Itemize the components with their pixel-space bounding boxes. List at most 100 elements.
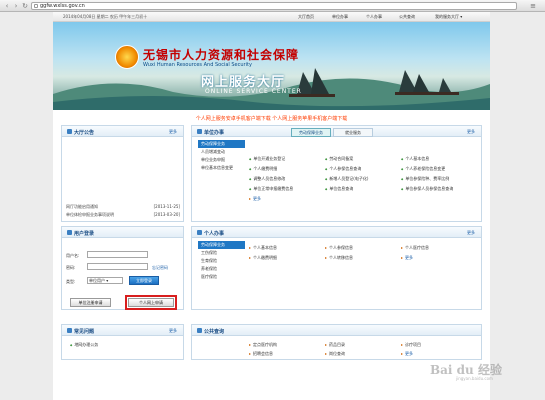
personal-service-header: 个人办事 更多	[192, 227, 481, 238]
unit-link[interactable]: 劳动合同备案	[325, 156, 353, 162]
unit-more-item-link[interactable]: 更多	[249, 196, 261, 202]
notice-header: 大厅公告 更多	[62, 126, 183, 137]
nav-myhall-link[interactable]: 我的服务大厅 ▾	[435, 14, 462, 20]
unit-register-button[interactable]: 单位注册申请	[70, 298, 111, 307]
personal-service-panel: 个人办事 更多 劳动保障业务 工伤保险 生育保险 养老保险 医疗保险 个人基本信…	[191, 226, 482, 310]
unit-service-header: 单位办事 劳动保障业务 就业服务 更多	[192, 126, 481, 137]
query-link[interactable]: 药品目录	[325, 342, 345, 348]
unit-link[interactable]: 单位开通业务登记	[249, 156, 285, 162]
forgot-password-link[interactable]: 忘记密码	[152, 265, 168, 271]
personal-link[interactable]: 个人基本信息	[249, 245, 277, 251]
notice-more-link[interactable]: 更多	[169, 129, 177, 135]
personal-more-item-link[interactable]: 更多	[401, 255, 413, 261]
tab-employment[interactable]: 就业服务	[333, 128, 373, 137]
site-banner: 无锡市人力资源和社会保障 Wuxi Human Resources And So…	[53, 22, 490, 110]
back-icon[interactable]: ‹	[3, 2, 11, 10]
unit-side-menu: 劳动保障业务 人员增减变动 单位业务申报 单位基本信息变更	[198, 140, 245, 172]
public-query-panel: 公共查询 定点医疗机构 药品目录 诊疗项目 招聘会信息 岗位查询 更多	[191, 324, 482, 360]
unit-link[interactable]: 个人缴费明细	[249, 166, 277, 172]
user-type-select[interactable]: 单位用户 ▾	[87, 277, 123, 284]
unit-link[interactable]: 单位参保险种、费率比例	[401, 176, 449, 182]
notice-title: 大厅公告	[74, 130, 95, 136]
notice-item[interactable]: 单位体检申报业务事项说明 [2013-03-20]	[66, 212, 180, 218]
personal-link[interactable]: 个人参保信息	[325, 245, 353, 251]
query-icon	[197, 328, 202, 333]
person-icon	[197, 230, 202, 235]
faq-title: 常见问题	[74, 329, 95, 335]
notice-item-text[interactable]: 网厅功能启用通知	[66, 204, 98, 209]
password-label: 密码:	[66, 265, 76, 270]
query-link[interactable]: 定点医疗机构	[249, 342, 277, 348]
unit-link[interactable]: 调整人员信息修改	[249, 176, 285, 182]
faq-item[interactable]: 地网办理公务	[70, 342, 98, 348]
forward-icon[interactable]: ›	[12, 2, 20, 10]
address-bar[interactable]: ggfw.wxlss.gov.cn	[31, 2, 517, 10]
public-query-header: 公共查询	[192, 325, 481, 336]
menu-icon[interactable]: ≡	[527, 2, 539, 10]
personal-side-item[interactable]: 生育保险	[198, 257, 245, 265]
query-link[interactable]: 招聘会信息	[249, 351, 273, 357]
password-input[interactable]	[87, 263, 148, 270]
hrss-logo	[115, 45, 139, 69]
personal-link[interactable]: 个人缴费明细	[249, 255, 277, 261]
banner-subtitle-en: ONLINE SERVICE CENTER	[205, 88, 302, 95]
notice-item-text[interactable]: 单位体检申报业务事项说明	[66, 212, 114, 217]
unit-icon	[197, 129, 202, 134]
notice-icon	[67, 129, 72, 134]
nav-personal-link[interactable]: 个人办事	[366, 14, 382, 20]
banner-title-cn: 无锡市人力资源和社会保障	[143, 48, 300, 62]
unit-side-item[interactable]: 劳动保障业务	[198, 140, 245, 148]
page-icon	[34, 4, 38, 8]
unit-link[interactable]: 单位正常申报缴费信息	[249, 186, 293, 192]
personal-service-title: 个人办事	[204, 231, 225, 237]
personal-more-link[interactable]: 更多	[467, 230, 475, 236]
personal-side-item[interactable]: 工伤保险	[198, 249, 245, 257]
faq-more-link[interactable]: 更多	[169, 328, 177, 334]
personal-side-item[interactable]: 医疗保险	[198, 273, 245, 281]
unit-side-item[interactable]: 单位业务申报	[198, 156, 245, 164]
unit-side-item[interactable]: 人员增减变动	[198, 148, 245, 156]
personal-link[interactable]: 个人医疗信息	[401, 245, 429, 251]
faq-icon	[67, 328, 72, 333]
reload-icon[interactable]: ↻	[21, 2, 29, 10]
nav-query-link[interactable]: 公共查询	[399, 14, 415, 20]
personal-link[interactable]: 个人转移信息	[325, 255, 353, 261]
unit-side-item[interactable]: 单位基本信息变更	[198, 164, 245, 172]
username-label: 用户名:	[66, 253, 80, 258]
login-header: 用户登录	[62, 227, 183, 238]
unit-service-panel: 单位办事 劳动保障业务 就业服务 更多 劳动保障业务 人员增减变动 单位业务申报…	[191, 125, 482, 222]
login-button[interactable]: 立即登录	[129, 276, 159, 285]
web-page: 2014年04月08日 星期二 农历 甲午年三月初十 大厅首页 单位办事 个人办…	[53, 12, 490, 400]
unit-link[interactable]: 个人养老保险信息变更	[401, 166, 445, 172]
login-title: 用户登录	[74, 231, 95, 237]
date-text: 2014年04月08日 星期二 农历 甲午年三月初十	[63, 14, 148, 19]
banner-title-en: Wuxi Human Resources And Social Security	[143, 62, 252, 68]
nav-unit-link[interactable]: 单位办事	[332, 14, 348, 20]
tab-labor-security[interactable]: 劳动保障业务	[291, 128, 331, 137]
query-more-link[interactable]: 更多	[401, 351, 413, 357]
faq-header: 常见问题 更多	[62, 325, 183, 336]
personal-side-menu: 劳动保障业务 工伤保险 生育保险 养老保险 医疗保险	[198, 241, 245, 281]
url-text: ggfw.wxlss.gov.cn	[40, 3, 85, 9]
nav-home-link[interactable]: 大厅首页	[298, 14, 314, 20]
unit-more-link[interactable]: 更多	[467, 129, 475, 135]
unit-link[interactable]: 个人参保信息查询	[325, 166, 361, 172]
unit-link[interactable]: 个人基本信息	[401, 156, 429, 162]
user-icon	[67, 230, 72, 235]
personal-side-item[interactable]: 劳动保障业务	[198, 241, 245, 249]
unit-link[interactable]: 新增人员登记(电子化)	[325, 176, 368, 182]
username-input[interactable]	[87, 251, 148, 258]
personal-register-button[interactable]: 个人网上申请	[125, 295, 177, 310]
browser-toolbar: ‹ › ↻ ggfw.wxlss.gov.cn ≡	[0, 0, 545, 12]
personal-side-item[interactable]: 养老保险	[198, 265, 245, 273]
public-query-title: 公共查询	[204, 329, 225, 335]
app-download-marquee[interactable]: 个人网上服务安卓手机客户端下载 个人网上服务苹果手机客户端下载	[53, 115, 490, 123]
unit-link[interactable]: 单位信息查询	[325, 186, 353, 192]
notice-panel: 大厅公告 更多 网厅功能启用通知 [2013-11-25] 单位体检申报业务事项…	[61, 125, 184, 222]
baidu-watermark-url: jingyan.baidu.com	[456, 376, 493, 381]
query-link[interactable]: 岗位查询	[325, 351, 345, 357]
query-link[interactable]: 诊疗项目	[401, 342, 421, 348]
notice-item[interactable]: 网厅功能启用通知 [2013-11-25]	[66, 204, 180, 210]
unit-link[interactable]: 单位参保人员参保信息查询	[401, 186, 453, 192]
faq-panel: 常见问题 更多 地网办理公务	[61, 324, 184, 360]
